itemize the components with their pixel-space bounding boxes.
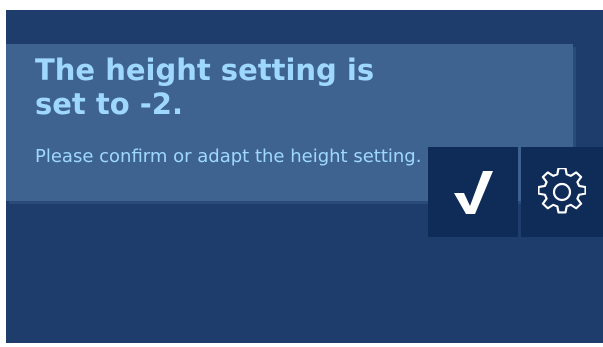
- gear-icon: [538, 168, 586, 214]
- dialog-message: Please confirm or adapt the height setti…: [35, 146, 422, 167]
- height-setting-screen: The height setting is set to -2. Please …: [6, 10, 603, 343]
- checkmark-icon: [454, 171, 493, 214]
- settings-button[interactable]: [521, 147, 603, 237]
- dialog-title: The height setting is set to -2.: [35, 53, 375, 121]
- confirm-button[interactable]: [428, 147, 518, 237]
